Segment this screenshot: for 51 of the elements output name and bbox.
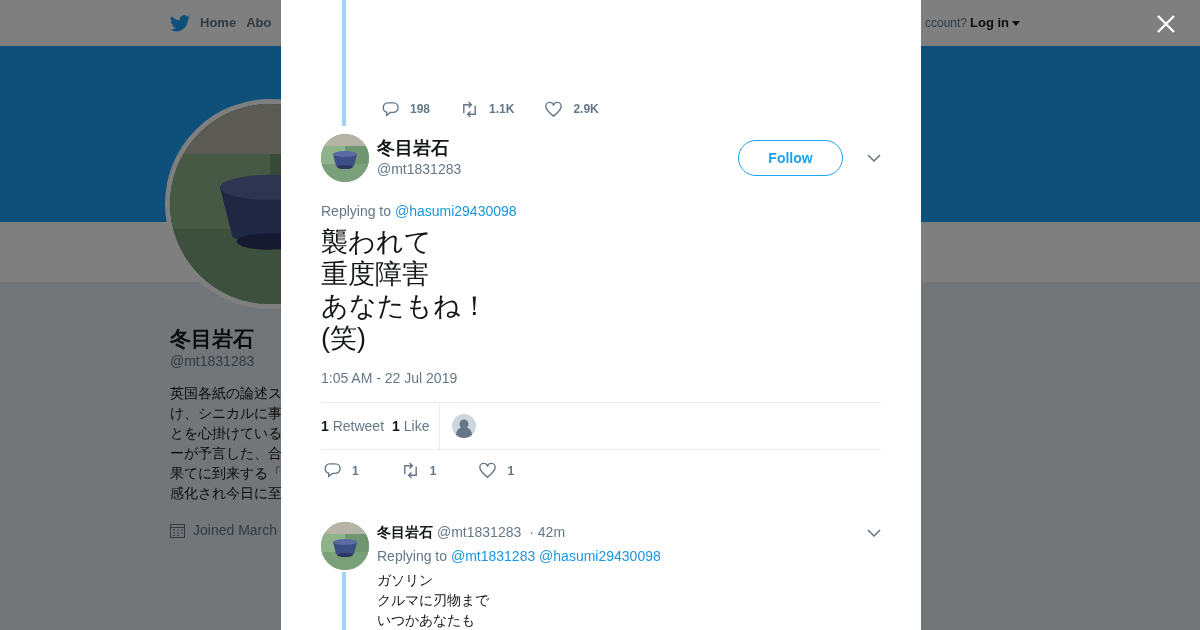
chevron-down-icon[interactable] (867, 154, 881, 162)
author-name: 冬目岩石 (377, 136, 450, 159)
retweet-count: 1.1K (489, 101, 515, 118)
home-link[interactable]: Home (200, 13, 237, 33)
reply-text-line: クルマに刃物まで (377, 591, 490, 610)
mention-link[interactable]: @hasumi29430098 (394, 203, 517, 219)
reply-count: 198 (410, 101, 431, 118)
bio-line: 果てに到来する「 (170, 465, 282, 484)
tweet-time: · 42m (529, 523, 566, 542)
joined-date: Joined March (193, 521, 278, 541)
tweet-text-line: 襲われて (321, 226, 433, 258)
replying-to-line: Replying to @mt1831283 @hasumi29430098 (377, 547, 662, 566)
login-link[interactable]: Log in (970, 13, 1009, 33)
tweet-timestamp: 1:05 AM - 22 Jul 2019 (321, 369, 459, 388)
account-prompt: ccount? (924, 15, 967, 32)
reply-text-line: ガソリン (377, 571, 434, 590)
default-avatar-icon[interactable] (452, 414, 477, 438)
mention-link[interactable]: @mt1831283 (450, 548, 536, 564)
reply-icon[interactable] (381, 99, 400, 119)
like-icon[interactable] (544, 99, 564, 119)
caret-icon (1012, 20, 1020, 26)
bio-line: ーが予言した、合 (170, 445, 282, 464)
about-link[interactable]: Abo (246, 13, 272, 33)
bio-line: け、シニカルに事 (170, 405, 282, 424)
mention-link[interactable]: @hasumi29430098 (539, 548, 661, 564)
reply-text-line: いつかあなたも (377, 611, 476, 630)
bio-line: 英国各紙の論述ス (170, 385, 282, 404)
calendar-icon (170, 523, 185, 539)
like-icon[interactable] (478, 461, 498, 480)
chevron-down-icon[interactable] (867, 528, 881, 537)
bio-line: とを心掛けている (170, 425, 282, 444)
reply-icon[interactable] (323, 461, 342, 480)
retweet-count-text[interactable]: 1 Retweet (321, 415, 385, 437)
reply-count: 1 (352, 462, 359, 480)
author-name: 冬目岩石 (377, 523, 433, 542)
author-handle: @mt1831283 (377, 159, 463, 179)
like-count: 1 (507, 462, 515, 480)
retweet-count: 1 (429, 462, 437, 480)
bio-line: 感化され今日に至 (170, 485, 282, 504)
profile-name: 冬目岩石 (170, 326, 255, 352)
author-handle: @mt1831283 (437, 523, 522, 542)
like-count: 2.9K (573, 101, 599, 118)
profile-handle: @mt1831283 (170, 352, 256, 372)
tweet-text-line: 重度障害 (321, 258, 430, 290)
like-count-text[interactable]: 1 Like (392, 415, 430, 437)
tweet-text-line: あなたもね！ (321, 290, 489, 322)
tweet-text-line: (笑) (321, 322, 367, 354)
bird-icon (170, 14, 190, 32)
replying-to-line: Replying to @hasumi29430098 (321, 202, 518, 221)
close-button[interactable] (1156, 14, 1176, 34)
follow-button[interactable]: Follow (738, 140, 843, 176)
